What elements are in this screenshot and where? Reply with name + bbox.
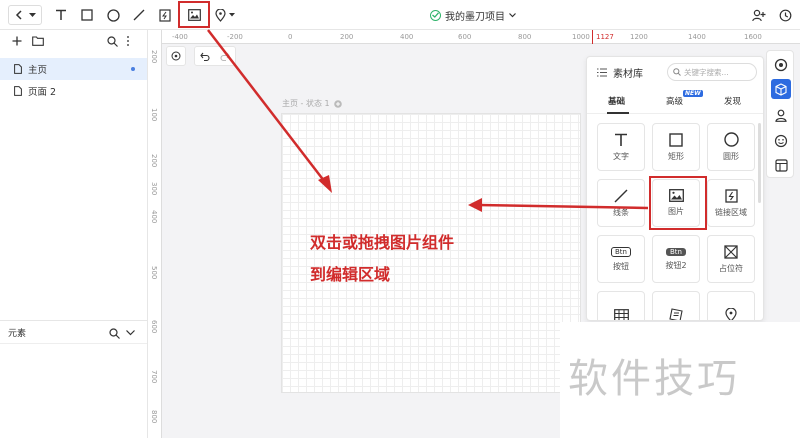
annotation-line-2: 到编辑区域: [310, 265, 391, 284]
annotation-arrows: [207, 29, 649, 212]
arrow-line-1: [207, 29, 329, 187]
arrow-line-2: [477, 203, 649, 210]
annotation-line-1: 双击或拖拽图片组件: [310, 233, 455, 252]
arrow-head-2: [468, 198, 482, 212]
